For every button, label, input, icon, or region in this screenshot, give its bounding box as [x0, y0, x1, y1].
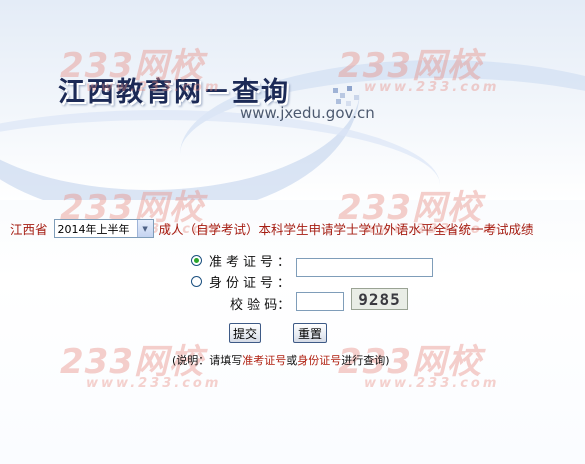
submit-button[interactable]: 提交 [229, 323, 261, 343]
captcha-image[interactable]: 9285 [351, 288, 408, 310]
reset-button[interactable]: 重置 [293, 323, 327, 343]
radio-admission-row[interactable]: 准考证号： [191, 251, 294, 270]
watermark-url: www.233.com [364, 80, 500, 95]
watermark-url: www.233.com [86, 80, 222, 95]
radio-id-label: 身份证号： [209, 276, 295, 291]
chevron-down-icon[interactable]: ▼ [136, 220, 153, 237]
exam-description: 成人（自学考试）本科学生申请学士学位外语水平全省统一考试成绩 [158, 222, 534, 237]
admission-input[interactable] [296, 258, 433, 277]
term-select[interactable]: 2014年上半年 ▼ [53, 219, 154, 238]
instruction-note: (说明：请填写准考证号或身份证号进行查询) [172, 352, 390, 368]
radio-admission-label: 准考证号： [209, 255, 295, 270]
site-domain: www.jxedu.gov.cn [240, 104, 375, 122]
radio-id[interactable] [191, 276, 202, 287]
note-admission: 准考证号 [242, 354, 287, 367]
captcha-input[interactable] [296, 292, 344, 311]
note-id: 身份证号 [297, 354, 342, 367]
radio-admission[interactable] [191, 255, 202, 266]
watermark-url: www.233.com [86, 376, 222, 391]
note-or: 或 [286, 354, 298, 367]
radio-id-row[interactable]: 身份证号： [191, 272, 294, 291]
note-suffix: 进行查询) [341, 354, 390, 367]
captcha-label: 校 验 码： [230, 298, 291, 313]
term-select-value: 2014年上半年 [57, 222, 130, 236]
header-banner: 江西教育网－查询 www.jxedu.gov.cn [0, 0, 585, 200]
note-prefix: (说明：请填写 [172, 354, 243, 367]
province-label: 江西省 [10, 222, 48, 237]
watermark-url: www.233.com [364, 376, 500, 391]
captcha-row: 校 验 码： [230, 294, 290, 313]
exam-line: 江西省 2014年上半年 ▼ 成人（自学考试）本科学生申请学士学位外语水平全省统… [10, 219, 534, 238]
